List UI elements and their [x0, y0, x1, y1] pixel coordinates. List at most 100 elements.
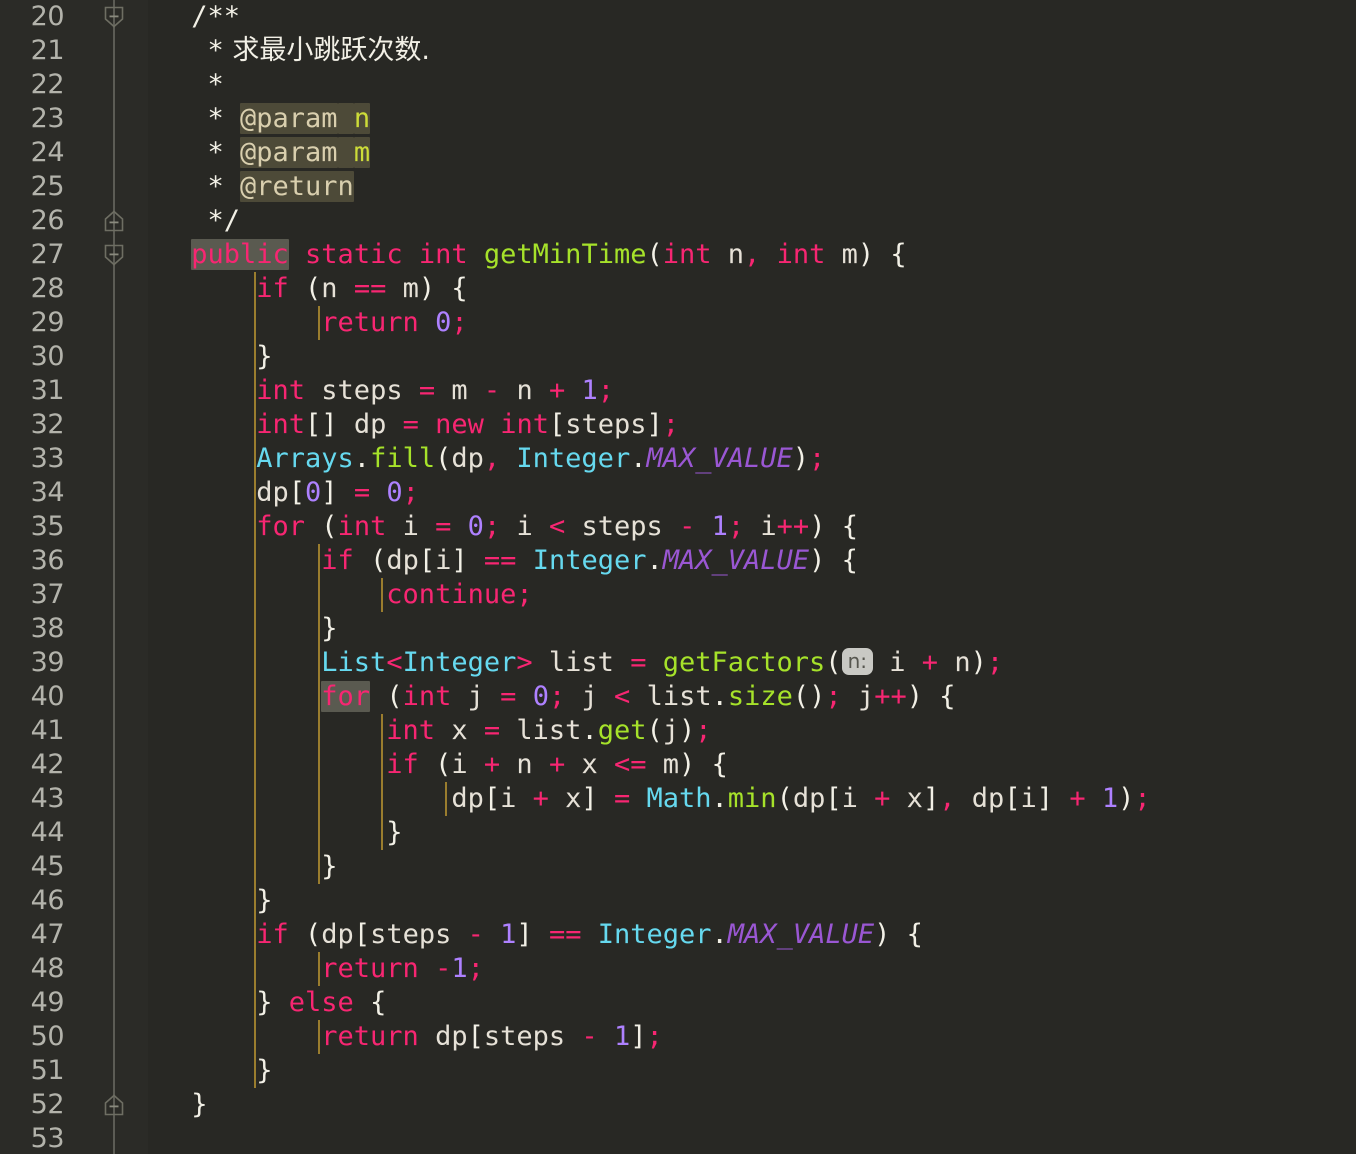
- token-dp: dp: [353, 409, 387, 440]
- code-line[interactable]: if (dp[steps - 1] == Integer.MAX_VALUE) …: [126, 918, 923, 952]
- line-number: 32: [30, 409, 65, 440]
- javadoc-delimiter: /**: [191, 1, 241, 32]
- punctuation: ): [857, 239, 875, 270]
- punctuation: ): [809, 545, 826, 576]
- token-i: i: [1020, 783, 1037, 814]
- punctuation: ,: [744, 239, 761, 270]
- code-line[interactable]: }: [126, 1054, 272, 1088]
- token-getMinTime: getMinTime: [483, 239, 647, 270]
- punctuation: ;: [646, 1021, 663, 1052]
- numeric-literal: 1: [500, 919, 517, 950]
- operator: -: [679, 511, 696, 542]
- numeric-literal: 0: [305, 477, 322, 508]
- line-number: 43: [30, 783, 65, 814]
- code-line[interactable]: * @param n: [126, 102, 371, 136]
- punctuation: (: [435, 443, 452, 474]
- code-line[interactable]: int[] dp = new int[steps];: [126, 408, 679, 442]
- code-line[interactable]: }: [126, 850, 337, 884]
- fold-minus-up-icon[interactable]: [103, 209, 125, 233]
- operator: =: [500, 681, 517, 712]
- code-content[interactable]: /** * 求最小跳跃次数. * * @param n * @param m *…: [148, 0, 1356, 1154]
- punctuation: }: [256, 1055, 273, 1086]
- punctuation: [: [483, 783, 501, 814]
- token-n: n: [516, 375, 533, 406]
- punctuation: ;: [597, 375, 615, 406]
- operator: >: [516, 647, 533, 678]
- code-line[interactable]: for (int i = 0; i < steps - 1; i++) {: [126, 510, 858, 544]
- token-for: for: [256, 511, 306, 542]
- numeric-literal: 0: [386, 477, 403, 508]
- token-Arrays: Arrays: [256, 443, 354, 474]
- code-line[interactable]: dp[0] = 0;: [126, 476, 419, 510]
- code-line[interactable]: if (dp[i] == Integer.MAX_VALUE) {: [126, 544, 858, 578]
- code-line[interactable]: return 0;: [126, 306, 467, 340]
- code-line[interactable]: }: [126, 816, 402, 850]
- punctuation: ;: [695, 715, 712, 746]
- code-line[interactable]: List<Integer> list = getFactors(n: i + n…: [126, 646, 1003, 680]
- code-line[interactable]: return -1;: [126, 952, 484, 986]
- fold-minus-down-icon[interactable]: [103, 5, 125, 29]
- code-line[interactable]: int x = list.get(j);: [126, 714, 711, 748]
- line-number: 47: [30, 919, 65, 950]
- javadoc-delimiter: */: [207, 205, 240, 236]
- line-number: 39: [30, 647, 65, 678]
- code-line[interactable]: *: [126, 68, 223, 102]
- code-line[interactable]: int steps = m - n + 1;: [126, 374, 614, 408]
- code-editor[interactable]: 20 21 22 23 24 25 26 27 28 29 30 31 32 33 34 35 36 37 38 39…: [0, 0, 1356, 1154]
- line-number: 41: [30, 715, 65, 746]
- operator: =: [630, 647, 647, 678]
- code-line[interactable]: Arrays.fill(dp, Integer.MAX_VALUE);: [126, 442, 825, 476]
- operator: ==: [548, 919, 582, 950]
- token-fill: fill: [370, 443, 436, 474]
- token-return: return: [321, 1021, 419, 1052]
- fold-minus-down-icon[interactable]: [103, 243, 125, 267]
- code-line[interactable]: dp[i + x] = Math.min(dp[i + x], dp[i] + …: [126, 782, 1150, 816]
- code-line[interactable]: public static int getMinTime(int n, int …: [126, 238, 907, 272]
- token-dp: dp: [435, 1021, 468, 1052]
- code-line[interactable]: }: [126, 1088, 207, 1122]
- token-x: x: [451, 715, 468, 746]
- token-return: return: [321, 307, 419, 338]
- punctuation: {: [939, 681, 956, 712]
- operator: =: [353, 477, 371, 508]
- code-line[interactable]: }: [126, 612, 337, 646]
- punctuation: [: [825, 783, 842, 814]
- code-line[interactable]: */: [126, 204, 240, 238]
- token-if: if: [256, 919, 289, 950]
- javadoc-asterisk: *: [207, 171, 224, 202]
- punctuation: [: [288, 477, 306, 508]
- token-Math: Math: [646, 783, 712, 814]
- code-line[interactable]: * @param m: [126, 136, 371, 170]
- code-line[interactable]: return dp[steps - 1];: [126, 1020, 663, 1054]
- token-getFactors: getFactors: [662, 647, 826, 678]
- punctuation: ): [792, 443, 810, 474]
- punctuation: ]: [630, 1021, 647, 1052]
- code-line[interactable]: * 求最小跳跃次数.: [126, 34, 430, 68]
- code-line[interactable]: /**: [126, 0, 240, 34]
- punctuation: ): [970, 647, 987, 678]
- operator: +: [532, 783, 549, 814]
- code-line[interactable]: } else {: [126, 986, 386, 1020]
- punctuation: ): [874, 919, 891, 950]
- token-i: i: [500, 783, 517, 814]
- code-line[interactable]: * @return: [126, 170, 354, 204]
- operator: =: [435, 511, 452, 542]
- punctuation: {: [711, 749, 728, 780]
- code-line[interactable]: continue;: [126, 578, 532, 612]
- token-n: n: [954, 647, 971, 678]
- code-line[interactable]: if (n == m) {: [126, 272, 467, 306]
- punctuation: ;: [467, 953, 484, 984]
- punctuation: ): [809, 681, 826, 712]
- code-line[interactable]: }: [126, 340, 272, 374]
- code-line[interactable]: }: [126, 884, 272, 918]
- javadoc-text: 求最小跳跃次数.: [223, 35, 430, 66]
- token-list: list: [646, 681, 712, 712]
- punctuation: (: [321, 511, 338, 542]
- code-line[interactable]: if (i + n + x <= m) {: [126, 748, 728, 782]
- code-line[interactable]: for (int j = 0; j < list.size(); j++) {: [126, 680, 956, 714]
- javadoc-param-name: n: [353, 103, 371, 134]
- line-number: 20: [30, 1, 65, 32]
- fold-minus-up-icon[interactable]: [103, 1093, 125, 1117]
- token-j: j: [857, 681, 875, 712]
- punctuation: (: [305, 919, 322, 950]
